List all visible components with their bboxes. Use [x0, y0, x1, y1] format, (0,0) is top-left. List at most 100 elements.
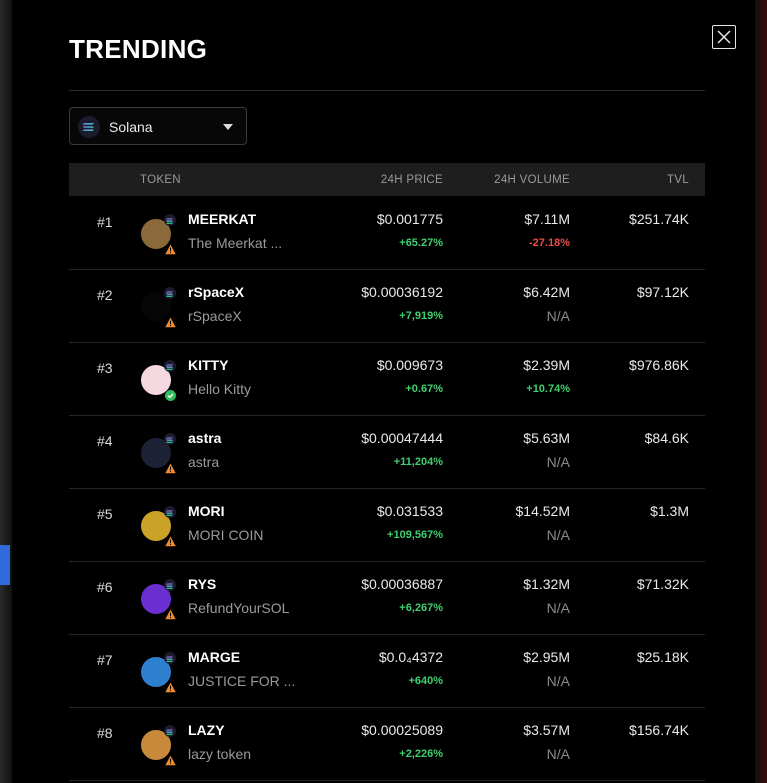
solana-icon: [78, 116, 100, 138]
warning-icon: [165, 315, 176, 328]
solana-badge-icon: [164, 287, 176, 299]
volume-change: N/A: [546, 673, 570, 689]
price-change: +640%: [408, 675, 443, 687]
header-divider: [69, 90, 705, 91]
token-volume: $2.95M: [523, 649, 570, 665]
table-row[interactable]: #7 MARGE JUSTICE FOR ... $0.0₄4372 +640% $2.9…: [69, 635, 705, 708]
token-symbol[interactable]: astra: [188, 430, 221, 446]
price-change: +0.67%: [405, 383, 443, 395]
token-volume: $1.32M: [523, 576, 570, 592]
token-tvl: $97.12K: [636, 284, 689, 300]
table-row[interactable]: #4 astra astra $0.00047444 +11,204% $5.63M N/A…: [69, 416, 705, 489]
solana-badge-icon: [164, 506, 176, 518]
token-name: rSpaceX: [188, 308, 242, 324]
warning-icon: [165, 753, 176, 766]
token-price: $0.0₄4372: [378, 649, 443, 665]
header-tvl[interactable]: TVL: [667, 174, 689, 186]
token-symbol[interactable]: RYS: [188, 576, 216, 592]
row-rank: #5: [97, 506, 113, 522]
trending-modal: TRENDING Solana TOKEN 24H PRICE 24H VOLU…: [12, 0, 755, 783]
chain-select-value: Solana: [109, 119, 153, 135]
volume-change: N/A: [546, 308, 570, 324]
token-price: $0.001775: [376, 211, 443, 227]
token-name: JUSTICE FOR ...: [188, 673, 296, 689]
volume-change: N/A: [546, 527, 570, 543]
token-tvl: $84.6K: [644, 430, 689, 446]
solana-badge-icon: [164, 652, 176, 664]
token-tvl: $71.32K: [636, 576, 689, 592]
token-volume: $7.11M: [524, 211, 570, 227]
token-symbol[interactable]: MORI: [188, 503, 225, 519]
token-tvl: $25.18K: [636, 649, 689, 665]
solana-badge-icon: [164, 579, 176, 591]
token-symbol[interactable]: KITTY: [188, 357, 228, 373]
close-button[interactable]: [712, 25, 736, 49]
chevron-down-icon: [223, 124, 233, 130]
row-rank: #8: [97, 725, 113, 741]
token-name: lazy token: [188, 746, 252, 762]
volume-change: N/A: [546, 746, 570, 762]
chain-select-dropdown[interactable]: Solana: [69, 107, 247, 145]
header-volume[interactable]: 24H VOLUME: [494, 174, 570, 186]
row-rank: #7: [97, 652, 113, 668]
solana-badge-icon: [164, 360, 176, 372]
token-volume: $14.52M: [515, 503, 570, 519]
price-change: +2,226%: [399, 748, 443, 760]
table-row[interactable]: #3 KITTY Hello Kitty $0.009673 +0.67% $2.39M +…: [69, 343, 705, 416]
token-price: $0.00047444: [361, 430, 443, 446]
table-row[interactable]: #8 LAZY lazy token $0.00025089 +2,226% $3.57M…: [69, 708, 705, 781]
row-rank: #4: [97, 433, 113, 449]
token-name: astra: [188, 454, 220, 470]
row-rank: #6: [97, 579, 113, 595]
warning-icon: [165, 461, 176, 474]
table-header: TOKEN 24H PRICE 24H VOLUME TVL: [69, 163, 705, 196]
volume-change: N/A: [546, 454, 570, 470]
token-volume: $2.39M: [523, 357, 570, 373]
solana-badge-icon: [164, 214, 176, 226]
token-price: $0.031533: [376, 503, 443, 519]
volume-change: -27.18%: [529, 237, 570, 249]
token-name: RefundYourSOL: [188, 600, 290, 616]
warning-icon: [165, 534, 176, 547]
volume-change: N/A: [546, 600, 570, 616]
price-change: +6,267%: [399, 602, 443, 614]
verified-check-icon: [165, 388, 176, 401]
table-row[interactable]: #1 MEERKAT The Meerkat ... $0.001775 +65.27%…: [69, 197, 705, 270]
token-symbol[interactable]: MEERKAT: [188, 211, 256, 227]
solana-badge-icon: [164, 433, 176, 445]
modal-title: TRENDING: [69, 34, 208, 64]
warning-icon: [165, 607, 176, 620]
token-volume: $3.57M: [523, 722, 570, 738]
row-rank: #2: [97, 287, 113, 303]
token-price: $0.00025089: [361, 722, 443, 738]
token-tvl: $156.74K: [629, 722, 689, 738]
close-icon: [717, 30, 731, 44]
header-token: TOKEN: [140, 174, 181, 186]
row-rank: #3: [97, 360, 113, 376]
warning-icon: [165, 242, 176, 255]
price-change: +7,919%: [399, 310, 443, 322]
price-change: +109,567%: [387, 529, 443, 541]
token-price: $0.009673: [376, 357, 443, 373]
token-symbol[interactable]: rSpaceX: [188, 284, 244, 300]
solana-badge-icon: [164, 725, 176, 737]
token-name: The Meerkat ...: [188, 235, 283, 251]
header-price[interactable]: 24H PRICE: [381, 174, 443, 186]
token-symbol[interactable]: MARGE: [188, 649, 240, 665]
price-change: +11,204%: [393, 456, 443, 468]
row-rank: #1: [97, 214, 113, 230]
token-symbol[interactable]: LAZY: [188, 722, 225, 738]
token-price: $0.00036887: [361, 576, 443, 592]
token-volume: $5.63M: [523, 430, 570, 446]
table-row[interactable]: #5 MORI MORI COIN $0.031533 +109,567% $14.52M…: [69, 489, 705, 562]
token-volume: $6.42M: [523, 284, 570, 300]
backdrop-strip: [0, 545, 10, 585]
warning-icon: [165, 680, 176, 693]
token-tvl: $976.86K: [629, 357, 689, 373]
token-name: Hello Kitty: [188, 381, 252, 397]
volume-change: +10.74%: [526, 383, 570, 395]
token-tvl: $1.3M: [650, 503, 689, 519]
table-row[interactable]: #2 rSpaceX rSpaceX $0.00036192 +7,919% $6.42M…: [69, 270, 705, 343]
table-row[interactable]: #6 RYS RefundYourSOL $0.00036887 +6,267% $1.3…: [69, 562, 705, 635]
price-change: +65.27%: [399, 237, 443, 249]
